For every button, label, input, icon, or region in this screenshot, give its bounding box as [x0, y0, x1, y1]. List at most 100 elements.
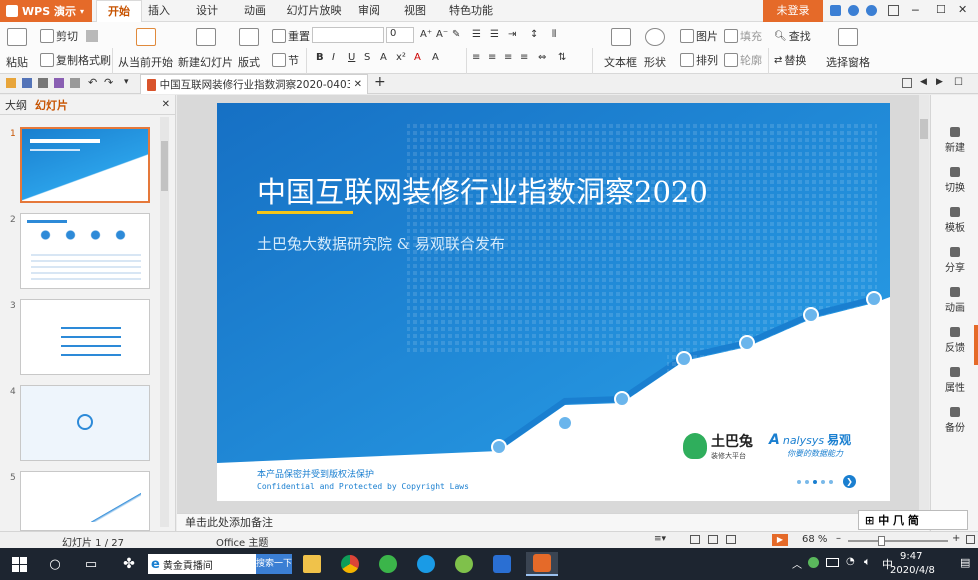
tab-home[interactable]: 开始 — [96, 0, 142, 22]
close-panel-icon[interactable]: ✕ — [162, 99, 170, 110]
more-dropdown-icon[interactable]: ▾ — [124, 77, 129, 87]
sidebar-template-button[interactable]: 模板 — [931, 207, 978, 234]
textbox-button[interactable]: 文本框 — [604, 28, 637, 70]
preview-icon[interactable] — [54, 78, 64, 88]
tab-outline[interactable]: 大纲 — [5, 97, 27, 113]
slide-thumbnail-2[interactable] — [20, 213, 150, 289]
notes-pane[interactable]: 单击此处添加备注 — [177, 513, 929, 531]
search-taskbar-button[interactable]: ○ — [44, 552, 66, 576]
fit-window-icon[interactable] — [966, 535, 975, 544]
indent-icon[interactable]: ⇥ — [508, 29, 516, 40]
underline-icon[interactable]: U — [348, 52, 355, 63]
normal-view-icon[interactable] — [690, 535, 700, 544]
slide-title[interactable]: 中国互联网装修行业指数洞察2020 — [257, 169, 708, 211]
grow-font-icon[interactable]: A⁺ — [420, 29, 432, 40]
clock-time[interactable]: 9:47 — [900, 551, 922, 562]
sidebar-share-button[interactable]: 分享 — [931, 247, 978, 274]
layout-button[interactable]: 版式 — [238, 28, 260, 70]
taskbar-wps-writer[interactable] — [490, 552, 514, 576]
align-left-icon[interactable]: ≡ — [472, 52, 480, 63]
sidebar-animation-button[interactable]: 动画 — [931, 287, 978, 314]
maximize-icon[interactable]: ☐ — [936, 3, 946, 16]
line-spacing-icon[interactable]: ↕ — [530, 29, 538, 40]
fan-app-button[interactable]: ✤ — [118, 552, 140, 576]
sidebar-new-button[interactable]: 新建 — [931, 127, 978, 154]
tab-design[interactable]: 设计 — [188, 0, 226, 22]
section-button[interactable]: 节 — [272, 52, 299, 68]
play-slideshow-button[interactable]: ▶ — [772, 534, 788, 546]
shadow-icon[interactable]: S — [364, 52, 370, 63]
replace-button[interactable]: ⇄ 替换 — [774, 52, 806, 68]
zoom-slider[interactable] — [848, 536, 948, 546]
slide-thumbnail-4[interactable] — [20, 385, 150, 461]
align-center-icon[interactable]: ≡ — [488, 52, 496, 63]
fill-button[interactable]: 填充 — [724, 28, 762, 44]
outline-button[interactable]: 轮廓 — [724, 52, 762, 68]
bold-icon[interactable]: B — [316, 52, 324, 63]
selection-pane-button[interactable]: 选择窗格 — [826, 28, 870, 70]
skin-icon[interactable] — [830, 5, 841, 16]
new-slide-button[interactable]: 新建幻灯片 — [178, 28, 233, 70]
from-current-button[interactable]: 从当前开始 — [118, 28, 173, 70]
bullet-list-icon[interactable]: ☰ — [472, 29, 481, 40]
cut-button[interactable]: 剪切 — [40, 28, 78, 44]
slide[interactable]: 中国互联网装修行业指数洞察2020 土巴兔大数据研究院 & 易观联合发布 本产品… — [217, 103, 890, 501]
search-go-button[interactable]: 搜索一下 — [256, 554, 292, 574]
ime-indicator[interactable]: ⊞ 中 ⺇ 简 — [858, 510, 968, 530]
shape-button[interactable]: 形状 — [644, 28, 666, 70]
layout-mode-icon[interactable] — [902, 78, 912, 88]
columns-icon[interactable]: ⫴ — [552, 29, 556, 40]
slide-subtitle[interactable]: 土巴兔大数据研究院 & 易观联合发布 — [257, 233, 505, 254]
taskbar-360-browser[interactable] — [376, 552, 400, 576]
tray-up-icon[interactable]: ︿ — [792, 556, 802, 571]
export-icon[interactable] — [70, 78, 80, 88]
sidebar-collapse-handle[interactable] — [974, 325, 978, 365]
undo-icon[interactable]: ↶ — [88, 76, 97, 89]
login-button[interactable]: 未登录 — [763, 0, 823, 22]
tab-features[interactable]: 特色功能 — [440, 0, 502, 22]
help-icon[interactable] — [866, 5, 877, 16]
save-icon[interactable] — [22, 78, 32, 88]
restore-icon[interactable]: ☐ — [954, 77, 963, 88]
reading-view-icon[interactable] — [726, 535, 736, 544]
find-button[interactable]: 🔍︎ 查找 — [774, 28, 811, 44]
sidebar-properties-button[interactable]: 属性 — [931, 367, 978, 394]
sidebar-feedback-button[interactable]: 反馈 — [931, 327, 978, 354]
font-name-select[interactable] — [312, 27, 384, 43]
scroll-left-icon[interactable]: ◀ — [920, 77, 927, 87]
zoom-out-icon[interactable]: – — [836, 533, 841, 544]
taskbar-wps-presentation[interactable] — [526, 552, 558, 576]
picture-button[interactable]: 图片 — [680, 28, 718, 44]
volume-icon[interactable]: 🔈︎ — [864, 555, 871, 569]
network-icon[interactable]: ◔ — [846, 556, 855, 567]
tray-app-icon[interactable] — [808, 557, 819, 568]
reset-button[interactable]: 重置 — [272, 28, 310, 44]
arrange-button[interactable]: 排列 — [680, 52, 718, 68]
taskbar-file-explorer[interactable] — [300, 552, 324, 576]
tab-slides[interactable]: 幻灯片 — [35, 97, 68, 113]
shrink-font-icon[interactable]: A⁻ — [436, 29, 448, 40]
new-tab-icon[interactable]: + — [374, 74, 386, 90]
notes-toggle-icon[interactable]: ≡▾ — [654, 534, 666, 544]
tab-review[interactable]: 审阅 — [350, 0, 388, 22]
sidebar-backup-button[interactable]: 备份 — [931, 407, 978, 434]
clock-date[interactable]: 2020/4/8 — [890, 565, 935, 576]
scroll-thumb[interactable] — [161, 141, 168, 191]
justify-icon[interactable]: ≡ — [520, 52, 528, 63]
slide-thumbnail-5[interactable] — [20, 471, 150, 531]
tab-animation[interactable]: 动画 — [236, 0, 274, 22]
font-size-select[interactable]: 0 — [386, 27, 414, 43]
chat-icon[interactable] — [848, 5, 859, 16]
zoom-slider-thumb[interactable] — [878, 536, 885, 546]
superscript-icon[interactable]: A — [380, 52, 387, 63]
app-menu-button[interactable]: WPS 演示 ▾ — [0, 0, 92, 22]
taskbar-browser-q[interactable] — [414, 552, 438, 576]
task-view-button[interactable]: ▭ — [80, 552, 102, 576]
restore-layout-icon[interactable] — [888, 5, 899, 16]
align-right-icon[interactable]: ≡ — [504, 52, 512, 63]
format-painter-button[interactable]: 格式刷 — [78, 52, 111, 68]
document-tab[interactable]: 中国互联网装修行业指数洞察2020-0403.pptx ✕ — [140, 74, 368, 94]
sorter-view-icon[interactable] — [708, 535, 718, 544]
taskbar-chrome[interactable] — [338, 552, 362, 576]
browser-search-box[interactable]: e 黄金貢播间 — [148, 554, 256, 574]
